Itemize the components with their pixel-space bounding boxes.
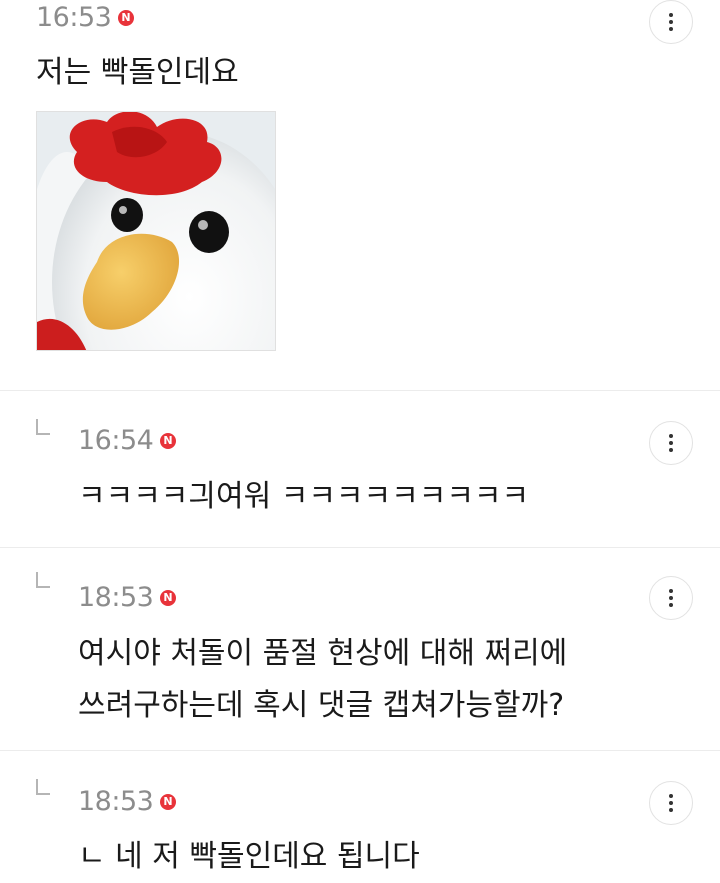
new-badge-icon: N — [160, 433, 176, 449]
more-options-button[interactable] — [649, 0, 693, 44]
reply-arrow-icon — [36, 779, 50, 795]
new-badge-icon: N — [160, 794, 176, 810]
comment-text-line-1: 여시야 처돌이 품절 현상에 대해 쩌리에 — [78, 636, 568, 671]
comment-text: ㅋㅋㅋㅋ긔여워 ㅋㅋㅋㅋㅋㅋㅋㅋㅋ — [78, 479, 530, 514]
comment-4: 18:53 N ㄴ 네 저 빡돌인데요 됩니다 — [0, 751, 720, 877]
comment-text-line-2: 쓰려구하는데 혹시 댓글 캡쳐가능할까? — [78, 688, 565, 723]
more-vertical-icon — [669, 434, 673, 452]
white-rooster-plush-photo — [37, 112, 275, 350]
comment-time: 18:53 — [78, 786, 154, 817]
more-vertical-icon — [669, 794, 673, 812]
comment-text: ㄴ 네 저 빡돌인데요 됩니다 — [78, 839, 420, 874]
new-badge-icon: N — [160, 590, 176, 606]
reply-arrow-icon — [36, 419, 50, 435]
comment-3: 18:53 N 여시야 처돌이 품절 현상에 대해 쩌리에 쓰려구하는데 혹시 … — [0, 548, 720, 750]
comment-image[interactable] — [36, 111, 276, 351]
comment-time: 16:54 — [78, 425, 154, 456]
more-options-button[interactable] — [649, 576, 693, 620]
comment-time: 18:53 — [78, 582, 154, 613]
comment-time: 16:53 — [36, 2, 112, 33]
comment-2: 16:54 N ㅋㅋㅋㅋ긔여워 ㅋㅋㅋㅋㅋㅋㅋㅋㅋ — [0, 391, 720, 547]
new-badge-icon: N — [118, 10, 134, 26]
reply-arrow-icon — [36, 572, 50, 588]
more-options-button[interactable] — [649, 781, 693, 825]
comment-text: 저는 빡돌인데요 — [36, 55, 239, 90]
more-vertical-icon — [669, 13, 673, 31]
more-options-button[interactable] — [649, 421, 693, 465]
more-vertical-icon — [669, 589, 673, 607]
comment-1: 16:53 N 저는 빡돌인데요 — [0, 0, 720, 390]
